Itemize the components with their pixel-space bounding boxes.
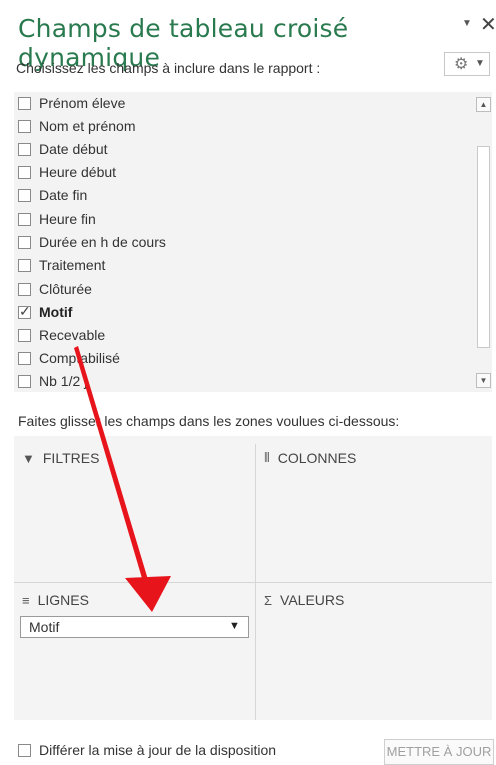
field-checkbox[interactable]: [18, 235, 31, 249]
field-checkbox-checked[interactable]: ✓: [18, 302, 31, 319]
field-item-cloturee[interactable]: Clôturée: [18, 278, 92, 300]
rows-area-header: ≡ LIGNES: [22, 592, 89, 608]
checkmark-icon: ✓: [19, 302, 31, 319]
values-area-header: Σ VALEURS: [264, 592, 344, 608]
columns-area-header: ⦀ COLONNES: [264, 450, 356, 466]
field-label: Traitement: [39, 257, 106, 273]
tools-button[interactable]: ⚙ ▼: [444, 52, 490, 76]
columns-icon: ⦀: [264, 450, 270, 465]
field-label: Prénom éleve: [39, 95, 126, 111]
field-item-motif[interactable]: ✓ Motif: [18, 301, 72, 323]
field-checkbox[interactable]: [18, 212, 31, 226]
drag-hint-text: Faites glisser les champs dans les zones…: [18, 413, 400, 429]
field-checkbox[interactable]: [18, 328, 31, 342]
field-checkbox[interactable]: [18, 188, 31, 202]
columns-area-label: COLONNES: [277, 450, 357, 466]
defer-update-checkbox[interactable]: [18, 743, 31, 757]
rows-field-motif[interactable]: Motif ▼: [20, 616, 249, 638]
field-checkbox[interactable]: [18, 119, 31, 133]
gear-icon: ⚙: [454, 56, 469, 73]
field-item-date-debut[interactable]: Date début: [18, 138, 108, 160]
field-label: Clôturée: [39, 281, 92, 297]
sigma-icon: Σ: [264, 592, 273, 608]
field-checkbox[interactable]: [18, 351, 31, 365]
dropdown-arrow-icon[interactable]: ▼: [229, 620, 240, 632]
scroll-down-arrow-icon[interactable]: ▼: [476, 373, 491, 388]
field-item-comptabilise[interactable]: Comptabilisé: [18, 347, 120, 369]
field-item-heure-debut[interactable]: Heure début: [18, 161, 116, 183]
field-checkbox[interactable]: [18, 165, 31, 179]
field-item-heure-fin[interactable]: Heure fin: [18, 208, 96, 230]
field-item-nom-et-prenom[interactable]: Nom et prénom: [18, 115, 135, 137]
field-label: Heure début: [39, 164, 117, 180]
field-item-traitement[interactable]: Traitement: [18, 254, 105, 276]
values-area-label: VALEURS: [280, 592, 345, 608]
field-item-prenom-eleve[interactable]: Prénom éleve: [18, 92, 125, 114]
rows-icon: ≡: [22, 592, 30, 608]
field-label: Date début: [39, 141, 108, 157]
field-label: Motif: [39, 304, 73, 320]
defer-update-label: Différer la mise à jour de la dispositio…: [39, 742, 277, 758]
pivot-areas: [14, 436, 492, 720]
field-label: Date fin: [39, 187, 88, 203]
field-list: Prénom éleve Nom et prénom Date début He…: [14, 92, 492, 392]
field-checkbox[interactable]: [18, 374, 31, 388]
field-item-duree[interactable]: Durée en h de cours: [18, 231, 166, 253]
field-checkbox[interactable]: [18, 282, 31, 296]
update-button[interactable]: METTRE À JOUR: [384, 739, 494, 765]
defer-update-option[interactable]: Différer la mise à jour de la dispositio…: [18, 742, 276, 758]
rows-field-label: Motif: [29, 619, 60, 635]
field-label: Nom et prénom: [39, 118, 136, 134]
field-label: Comptabilisé: [39, 350, 120, 366]
chevron-down-icon[interactable]: ▼: [462, 18, 472, 29]
field-checkbox[interactable]: [18, 142, 31, 156]
close-icon[interactable]: ✕: [480, 12, 496, 37]
rows-area-label: LIGNES: [37, 592, 89, 608]
field-label: Heure fin: [39, 211, 96, 227]
area-divider-horizontal: [14, 582, 492, 583]
scroll-up-arrow-icon[interactable]: ▲: [476, 97, 491, 112]
scrollbar-thumb[interactable]: [477, 146, 490, 348]
field-checkbox[interactable]: [18, 96, 31, 110]
field-label: Durée en h de cours: [39, 234, 166, 250]
pane-subtitle: Choisissez les champs à inclure dans le …: [16, 60, 321, 76]
field-item-recevable[interactable]: Recevable: [18, 324, 105, 346]
field-item-nb-demi-j[interactable]: Nb 1/2 j: [18, 370, 87, 392]
field-checkbox[interactable]: [18, 258, 31, 272]
filter-icon: ▼: [22, 450, 35, 466]
chevron-down-icon: ▼: [475, 58, 485, 69]
field-label: Nb 1/2 j: [39, 373, 88, 389]
filters-area-label: FILTRES: [42, 450, 100, 466]
filters-area-header: ▼ FILTRES: [22, 450, 99, 466]
field-label: Recevable: [39, 327, 106, 343]
field-item-date-fin[interactable]: Date fin: [18, 184, 87, 206]
